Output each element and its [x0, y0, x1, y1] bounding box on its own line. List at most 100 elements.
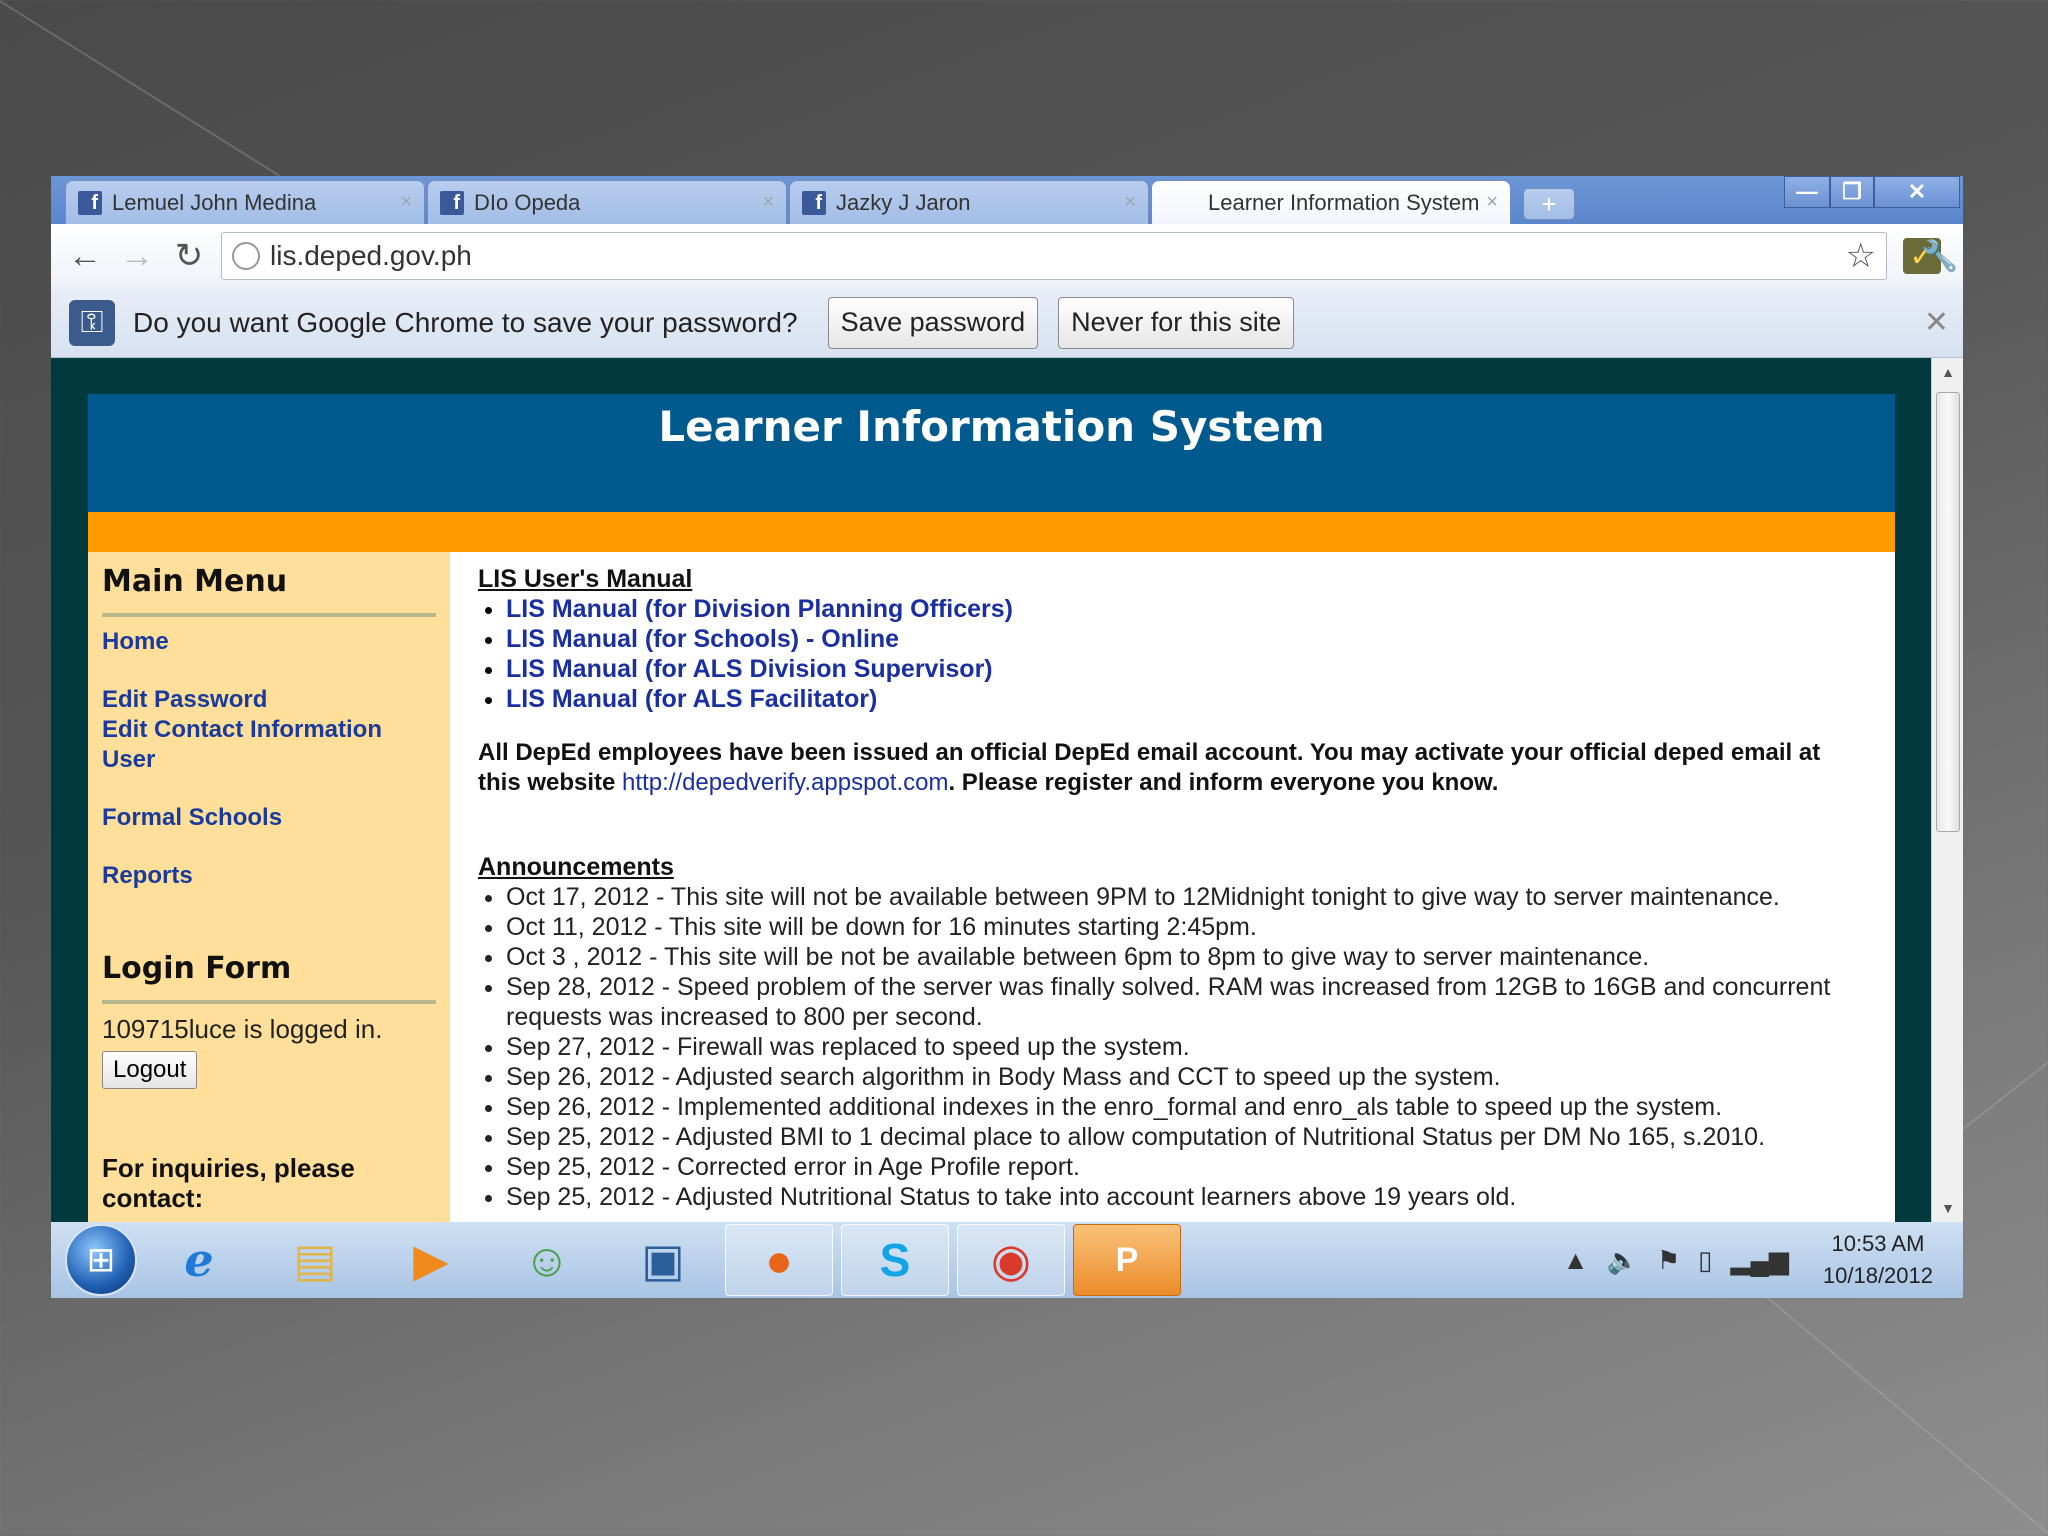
email-notice: All DepEd employees have been issued an …: [478, 738, 1867, 798]
browser-window: f Lemuel John Medina × f DIo Opeda × f J…: [51, 176, 1963, 1298]
tab-title: Lemuel John Medina: [112, 189, 317, 215]
manual-section-title: LIS User's Manual: [478, 565, 693, 593]
chrome-icon[interactable]: ◉: [957, 1224, 1065, 1296]
close-icon[interactable]: ✕: [1924, 305, 1949, 340]
reload-button[interactable]: ↻: [163, 230, 215, 282]
manual-list: LIS Manual (for Division Planning Office…: [478, 594, 1867, 714]
messenger-icon[interactable]: ☺: [493, 1224, 601, 1296]
media-player-icon[interactable]: ▶: [377, 1224, 485, 1296]
close-icon[interactable]: ×: [1486, 191, 1498, 214]
depedverify-link[interactable]: http://depedverify.appspot.com: [622, 769, 948, 796]
start-button[interactable]: ⊞: [65, 1224, 137, 1296]
tab-title: Learner Information System: [1208, 189, 1480, 215]
vertical-scrollbar[interactable]: ▲ ▼: [1931, 358, 1963, 1222]
manual-link-als-facilitator[interactable]: LIS Manual (for ALS Facilitator): [506, 685, 877, 713]
clock-date: 10/18/2012: [1822, 1263, 1933, 1288]
forward-button[interactable]: →: [111, 230, 163, 282]
notice-text: . Please register and inform everyone yo…: [948, 769, 1499, 796]
browser-toolbar: ← → ↻ lis.deped.gov.ph ☆ ✓ 🔧: [51, 224, 1963, 288]
logout-button[interactable]: Logout: [102, 1051, 198, 1089]
manual-link-schools[interactable]: LIS Manual (for Schools): [506, 625, 799, 653]
show-hidden-icons-icon[interactable]: ▲: [1563, 1245, 1589, 1276]
background-line: [1960, 1031, 2048, 1132]
briefcase-icon[interactable]: ▣: [609, 1224, 717, 1296]
restore-button[interactable]: ❐: [1830, 176, 1874, 208]
announcement-item: Sep 26, 2012 - Implemented additional in…: [506, 1092, 1867, 1122]
header-stripe: [88, 512, 1895, 552]
sidebar-link-edit-contact[interactable]: Edit Contact Information: [102, 715, 436, 745]
list-item: LIS Manual (for ALS Division Supervisor): [506, 654, 1867, 684]
sidebar-link-edit-password[interactable]: Edit Password: [102, 685, 436, 715]
system-clock[interactable]: 10:53 AM 10/18/2012: [1823, 1228, 1933, 1292]
sidebar-link-home[interactable]: Home: [102, 627, 436, 657]
announcement-item: Sep 25, 2012 - Adjusted Nutritional Stat…: [506, 1182, 1867, 1212]
scroll-down-arrow-icon[interactable]: ▼: [1932, 1196, 1964, 1220]
network-signal-icon[interactable]: ▂▄▆: [1730, 1245, 1788, 1276]
main-menu-title: Main Menu: [102, 564, 288, 599]
site-header: Learner Information System: [88, 394, 1895, 512]
minimize-button[interactable]: —: [1784, 176, 1830, 208]
manual-link-als-supervisor[interactable]: LIS Manual (for ALS Division Supervisor): [506, 655, 993, 683]
tab-title: Jazky J Jaron: [836, 189, 971, 215]
powerpoint-icon[interactable]: P: [1073, 1224, 1181, 1296]
manual-link-online[interactable]: - Online: [799, 625, 899, 653]
sidebar-link-reports[interactable]: Reports: [102, 861, 436, 891]
site-title: Learner Information System: [658, 402, 1325, 451]
login-form-title: Login Form: [102, 951, 292, 986]
battery-icon[interactable]: ▯: [1698, 1245, 1712, 1276]
tab-title: DIo Opeda: [474, 189, 581, 215]
close-icon[interactable]: ×: [1124, 191, 1136, 214]
divider: [102, 613, 436, 617]
logged-in-status: 109715luce is logged in.: [102, 1014, 383, 1044]
infobar-message: Do you want Google Chrome to save your p…: [133, 306, 798, 338]
announcement-item: Sep 27, 2012 - Firewall was replaced to …: [506, 1032, 1867, 1062]
close-icon[interactable]: ×: [400, 191, 412, 214]
skype-icon[interactable]: S: [841, 1224, 949, 1296]
close-window-button[interactable]: ✕: [1874, 176, 1960, 208]
action-center-flag-icon[interactable]: ⚑: [1657, 1245, 1680, 1276]
never-for-this-site-button[interactable]: Never for this site: [1058, 296, 1295, 349]
background-line: [0, 0, 280, 177]
tab-learner-information-system[interactable]: Learner Information System ×: [1151, 180, 1511, 224]
firefox-icon[interactable]: ●: [725, 1224, 833, 1296]
main-content: LIS User's Manual LIS Manual (for Divisi…: [450, 552, 1895, 1222]
announcement-item: Oct 17, 2012 - This site will not be ava…: [506, 882, 1867, 912]
announcement-item: Sep 26, 2012 - Adjusted search algorithm…: [506, 1062, 1867, 1092]
key-icon: ⚿: [69, 299, 115, 346]
bookmark-star-icon[interactable]: ☆: [1846, 236, 1876, 276]
scroll-up-arrow-icon[interactable]: ▲: [1932, 360, 1964, 384]
wrench-menu-icon[interactable]: 🔧: [1921, 238, 1959, 274]
new-tab-button[interactable]: +: [1523, 188, 1575, 220]
system-tray: ▲ 🔈 ⚑ ▯ ▂▄▆ 10:53 AM 10/18/2012: [1563, 1222, 1933, 1298]
tab-lemuel-john-medina[interactable]: f Lemuel John Medina ×: [65, 180, 425, 224]
sidebar: Main Menu Home Edit Password Edit Contac…: [88, 552, 450, 1222]
inquiries-text: For inquiries, please contact:: [102, 1153, 355, 1213]
globe-icon: [232, 242, 260, 270]
facebook-icon: f: [78, 190, 102, 215]
internet-explorer-icon[interactable]: e: [145, 1224, 253, 1296]
windows-taskbar: ⊞ e ▤ ▶ ☺ ▣ ● S ◉ P ▲ 🔈 ⚑ ▯ ▂▄▆ 10:53 AM…: [51, 1222, 1963, 1298]
sidebar-link-formal-schools[interactable]: Formal Schools: [102, 803, 436, 833]
announcement-item: Sep 25, 2012 - Corrected error in Age Pr…: [506, 1152, 1867, 1182]
tab-dio-opeda[interactable]: f DIo Opeda ×: [427, 180, 787, 224]
announcement-item: Oct 11, 2012 - This site will be down fo…: [506, 912, 1867, 942]
divider: [102, 1000, 436, 1004]
announcement-item: Sep 25, 2012 - Adjusted BMI to 1 decimal…: [506, 1122, 1867, 1152]
manual-link-division-planning[interactable]: LIS Manual (for Division Planning Office…: [506, 595, 1013, 623]
address-bar[interactable]: lis.deped.gov.ph ☆: [221, 232, 1887, 280]
facebook-icon: f: [440, 190, 464, 215]
save-password-button[interactable]: Save password: [827, 296, 1039, 349]
announcements-list: Oct 17, 2012 - This site will not be ava…: [478, 882, 1867, 1212]
scroll-thumb[interactable]: [1936, 392, 1960, 832]
save-password-infobar: ⚿ Do you want Google Chrome to save your…: [51, 288, 1963, 358]
announcement-item: Oct 3 , 2012 - This site will be not be …: [506, 942, 1867, 972]
volume-icon[interactable]: 🔈: [1606, 1245, 1638, 1276]
tab-jazky-j-jaron[interactable]: f Jazky J Jaron ×: [789, 180, 1149, 224]
announcement-item: Sep 28, 2012 - Speed problem of the serv…: [506, 972, 1867, 1032]
close-icon[interactable]: ×: [762, 191, 774, 214]
clock-time: 10:53 AM: [1831, 1231, 1925, 1256]
back-button[interactable]: ←: [59, 230, 111, 282]
file-explorer-icon[interactable]: ▤: [261, 1224, 369, 1296]
list-item: LIS Manual (for Division Planning Office…: [506, 594, 1867, 624]
sidebar-link-user[interactable]: User: [102, 745, 436, 775]
